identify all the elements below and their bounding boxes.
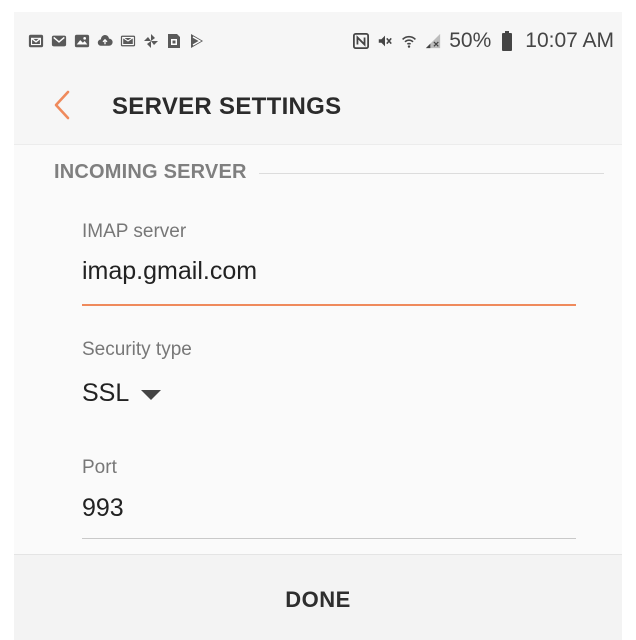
status-bar: 50% 10:07 AM — [14, 12, 622, 70]
play-store-icon — [189, 33, 205, 49]
page-title: SERVER SETTINGS — [112, 93, 342, 120]
battery-icon — [499, 31, 515, 51]
section-header: INCOMING SERVER — [54, 161, 604, 184]
section-title: INCOMING SERVER — [54, 161, 247, 183]
chevron-left-icon — [52, 90, 72, 125]
screenshot-frame: 50% 10:07 AM SERVER SETTINGS INCOMING SE… — [0, 0, 636, 640]
wifi-icon — [401, 33, 417, 49]
security-type-label: Security type — [82, 339, 192, 360]
image-icon — [74, 33, 90, 49]
notification-icons — [28, 33, 205, 49]
email-icon — [120, 33, 136, 49]
app-bar: SERVER SETTINGS — [14, 70, 622, 144]
sim-card-icon — [166, 33, 182, 49]
gallery-mail-icon — [28, 33, 44, 49]
incoming-server-section: INCOMING SERVER IMAP server imap.gmail.c… — [14, 144, 622, 555]
imap-server-label: IMAP server — [82, 221, 187, 242]
port-underline — [82, 538, 576, 539]
port-label: Port — [82, 457, 117, 478]
port-input[interactable]: 993 — [82, 494, 124, 523]
signal-icon — [425, 33, 441, 49]
imap-server-input[interactable]: imap.gmail.com — [82, 257, 257, 286]
system-icons: 50% 10:07 AM — [353, 29, 614, 53]
nfc-icon — [353, 33, 370, 49]
back-button[interactable] — [44, 87, 80, 127]
cloud-upload-icon — [97, 33, 113, 49]
phone-screen: 50% 10:07 AM SERVER SETTINGS INCOMING SE… — [14, 12, 622, 640]
section-divider — [258, 173, 604, 174]
clock: 10:07 AM — [525, 29, 614, 52]
pinwheel-icon — [143, 33, 159, 49]
mute-icon — [377, 33, 393, 49]
mail-icon — [51, 33, 67, 49]
battery-percentage: 50% — [449, 29, 492, 52]
security-type-dropdown[interactable]: SSL — [82, 379, 162, 408]
bottom-action-bar: DONE — [14, 554, 622, 640]
security-type-value: SSL — [82, 379, 130, 407]
dropdown-arrow-icon — [141, 390, 162, 400]
done-button[interactable]: DONE — [245, 575, 391, 625]
imap-server-underline — [82, 304, 576, 306]
